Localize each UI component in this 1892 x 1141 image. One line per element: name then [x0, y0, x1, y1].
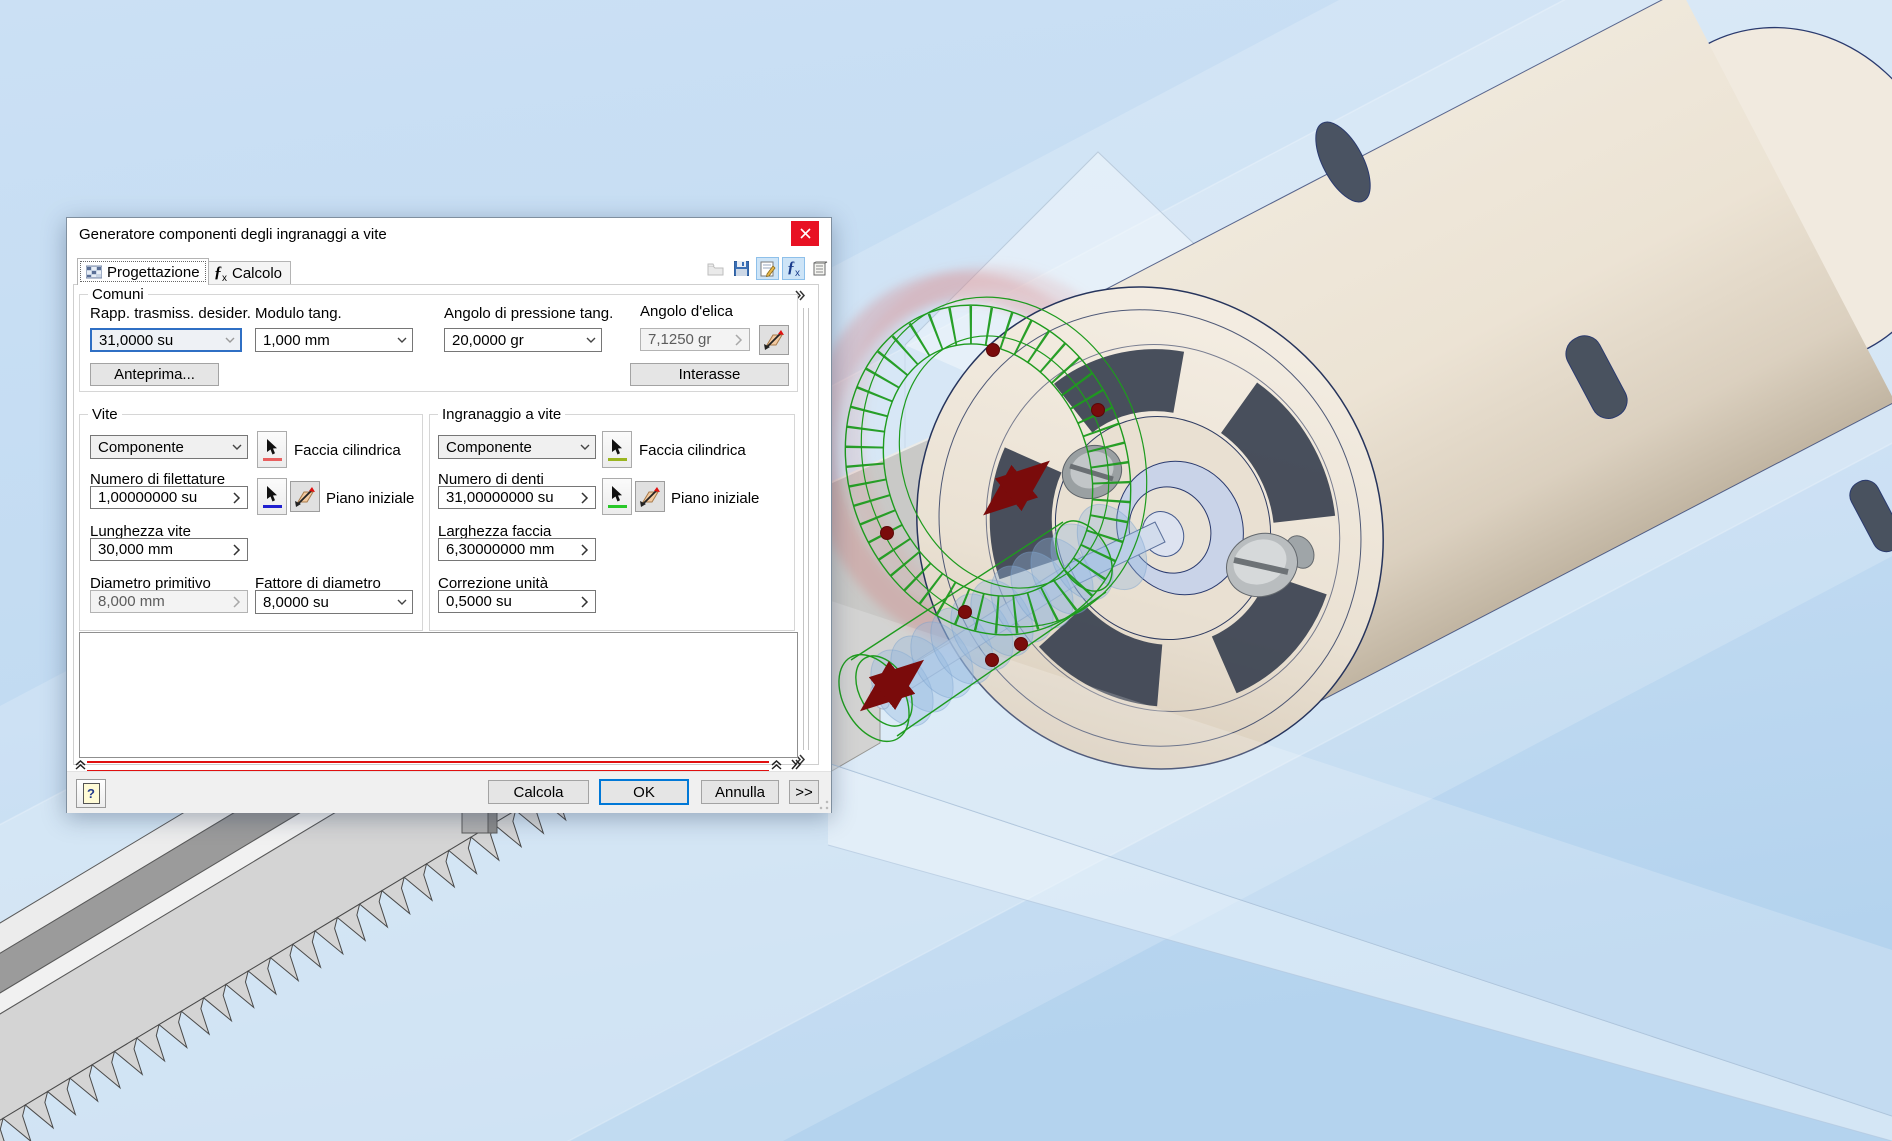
group-vite-legend: Vite — [88, 406, 122, 423]
ingranaggio-faccia-select-button[interactable] — [602, 431, 632, 468]
manual-icon — [813, 261, 827, 275]
worm-gear-generator-dialog: Generatore componenti degli ingranaggi a… — [66, 217, 832, 813]
helix-angle-field[interactable]: 7,1250 gr — [640, 328, 750, 351]
collapse-chevron-icon[interactable] — [770, 757, 782, 771]
template-edit-button[interactable] — [756, 257, 779, 280]
spin-arrow-icon — [729, 329, 749, 350]
vite-piano-label: Piano iniziale — [326, 490, 415, 507]
fx-icon: ƒx — [787, 258, 800, 279]
ingranaggio-piano-label: Piano iniziale — [671, 490, 760, 507]
dialog-title: Generatore componenti degli ingranaggi a… — [79, 226, 387, 243]
module-label: Modulo tang. — [255, 305, 342, 322]
spin-arrow-icon[interactable] — [227, 487, 247, 508]
red-underline — [262, 457, 282, 461]
ratio-combo[interactable]: 31,0000 su — [90, 328, 242, 352]
close-button[interactable] — [791, 221, 819, 246]
module-combo[interactable]: 1,000 mm — [255, 328, 413, 352]
group-vite: Vite Componente Faccia cilindrica Numero… — [79, 406, 423, 631]
save-icon — [734, 261, 749, 276]
vite-piano-select-button[interactable] — [257, 478, 287, 515]
vite-componente-combo[interactable]: Componente — [90, 435, 248, 459]
group-comuni-legend: Comuni — [88, 286, 148, 303]
ok-button[interactable]: OK — [599, 779, 689, 805]
pressure-angle-label: Angolo di pressione tang. — [444, 305, 614, 322]
open-folder-button[interactable] — [704, 257, 727, 280]
green-underline — [607, 504, 627, 508]
spin-arrow-icon[interactable] — [575, 591, 595, 612]
ingranaggio-larghezza-field[interactable]: 6,30000000 mm — [438, 538, 596, 561]
dialog-toolbar: ƒx — [704, 257, 831, 280]
vite-fattore-combo[interactable]: 8,0000 su — [255, 590, 413, 614]
side-splitter[interactable] — [808, 308, 809, 750]
chevron-down-icon — [581, 329, 601, 351]
vite-faccia-select-button[interactable] — [257, 431, 287, 468]
chevron-down-icon — [575, 436, 595, 458]
vite-diametro-field[interactable]: 8,000 mm — [90, 590, 248, 613]
ingranaggio-piano-plane-button[interactable] — [635, 481, 665, 512]
select-cursor-icon — [267, 438, 277, 454]
spin-arrow-icon — [227, 591, 247, 612]
select-cursor-icon — [612, 438, 622, 454]
chevron-down-icon — [392, 329, 412, 351]
vite-filettature-field[interactable]: 1,00000000 su — [90, 486, 248, 509]
anteprima-button[interactable]: Anteprima... — [90, 363, 219, 386]
ratio-label: Rapp. trasmiss. desider. — [90, 305, 251, 322]
helix-angle-label: Angolo d'elica — [640, 303, 733, 320]
ingranaggio-denti-field[interactable]: 31,00000000 su — [438, 486, 596, 509]
spin-arrow-icon[interactable] — [227, 539, 247, 560]
message-list[interactable] — [79, 632, 798, 758]
blue-underline — [262, 504, 282, 508]
manual-calculation-button[interactable] — [808, 257, 831, 280]
tab-calcolo-label: Calcolo — [232, 265, 283, 282]
tab-progettazione-label: Progettazione — [107, 263, 200, 281]
side-splitter[interactable] — [803, 308, 804, 750]
tab-calcolo[interactable]: ƒx Calcolo — [205, 261, 292, 285]
annulla-button[interactable]: Annulla — [701, 780, 779, 804]
vite-piano-plane-button[interactable] — [290, 481, 320, 512]
ingranaggio-componente-combo[interactable]: Componente — [438, 435, 596, 459]
design-grid-icon — [86, 265, 102, 279]
help-icon: ? — [82, 783, 100, 804]
save-button[interactable] — [730, 257, 753, 280]
plane-arrow-icon — [640, 486, 660, 507]
chevron-down-icon — [227, 436, 247, 458]
close-icon — [799, 228, 811, 239]
tab-progettazione[interactable]: Progettazione — [77, 258, 209, 285]
dialog-titlebar[interactable]: Generatore componenti degli ingranaggi a… — [67, 218, 831, 251]
plane-arrow-icon — [764, 330, 784, 350]
spin-arrow-icon[interactable] — [575, 539, 595, 560]
select-cursor-icon — [612, 485, 622, 501]
spin-arrow-icon[interactable] — [575, 487, 595, 508]
more-button[interactable]: >> — [789, 780, 819, 804]
helix-measure-button[interactable] — [759, 325, 789, 355]
group-comuni: Comuni Rapp. trasmiss. desider. Modulo t… — [79, 286, 798, 392]
interasse-button[interactable]: Interasse — [630, 363, 789, 386]
ingranaggio-faccia-label: Faccia cilindrica — [639, 442, 746, 459]
template-edit-icon — [760, 261, 776, 277]
collapse-chevron-icon[interactable] — [74, 757, 86, 771]
resize-grip[interactable] — [819, 800, 829, 810]
calcola-button[interactable]: Calcola — [488, 780, 589, 804]
app-window: Generatore componenti degli ingranaggi a… — [0, 0, 1892, 1141]
ingranaggio-piano-select-button[interactable] — [602, 478, 632, 515]
pressure-angle-combo[interactable]: 20,0000 gr — [444, 328, 602, 352]
vite-lunghezza-field[interactable]: 30,000 mm — [90, 538, 248, 561]
select-cursor-icon — [267, 485, 277, 501]
plane-arrow-icon — [295, 486, 315, 507]
group-ingranaggio-legend: Ingranaggio a vite — [438, 406, 566, 423]
group-ingranaggio: Ingranaggio a vite Componente Faccia cil… — [429, 406, 795, 631]
fx-icon: ƒx — [214, 263, 227, 284]
help-button[interactable]: ? — [76, 779, 106, 808]
vite-faccia-label: Faccia cilindrica — [294, 442, 401, 459]
chevron-down-icon — [220, 330, 240, 350]
open-folder-icon — [707, 263, 724, 275]
fx-parameters-button[interactable]: ƒx — [782, 257, 805, 280]
ingranaggio-correzione-field[interactable]: 0,5000 su — [438, 590, 596, 613]
expand-chevron-icon[interactable] — [789, 757, 803, 771]
chevron-down-icon — [392, 591, 412, 613]
olive-underline — [607, 457, 627, 461]
